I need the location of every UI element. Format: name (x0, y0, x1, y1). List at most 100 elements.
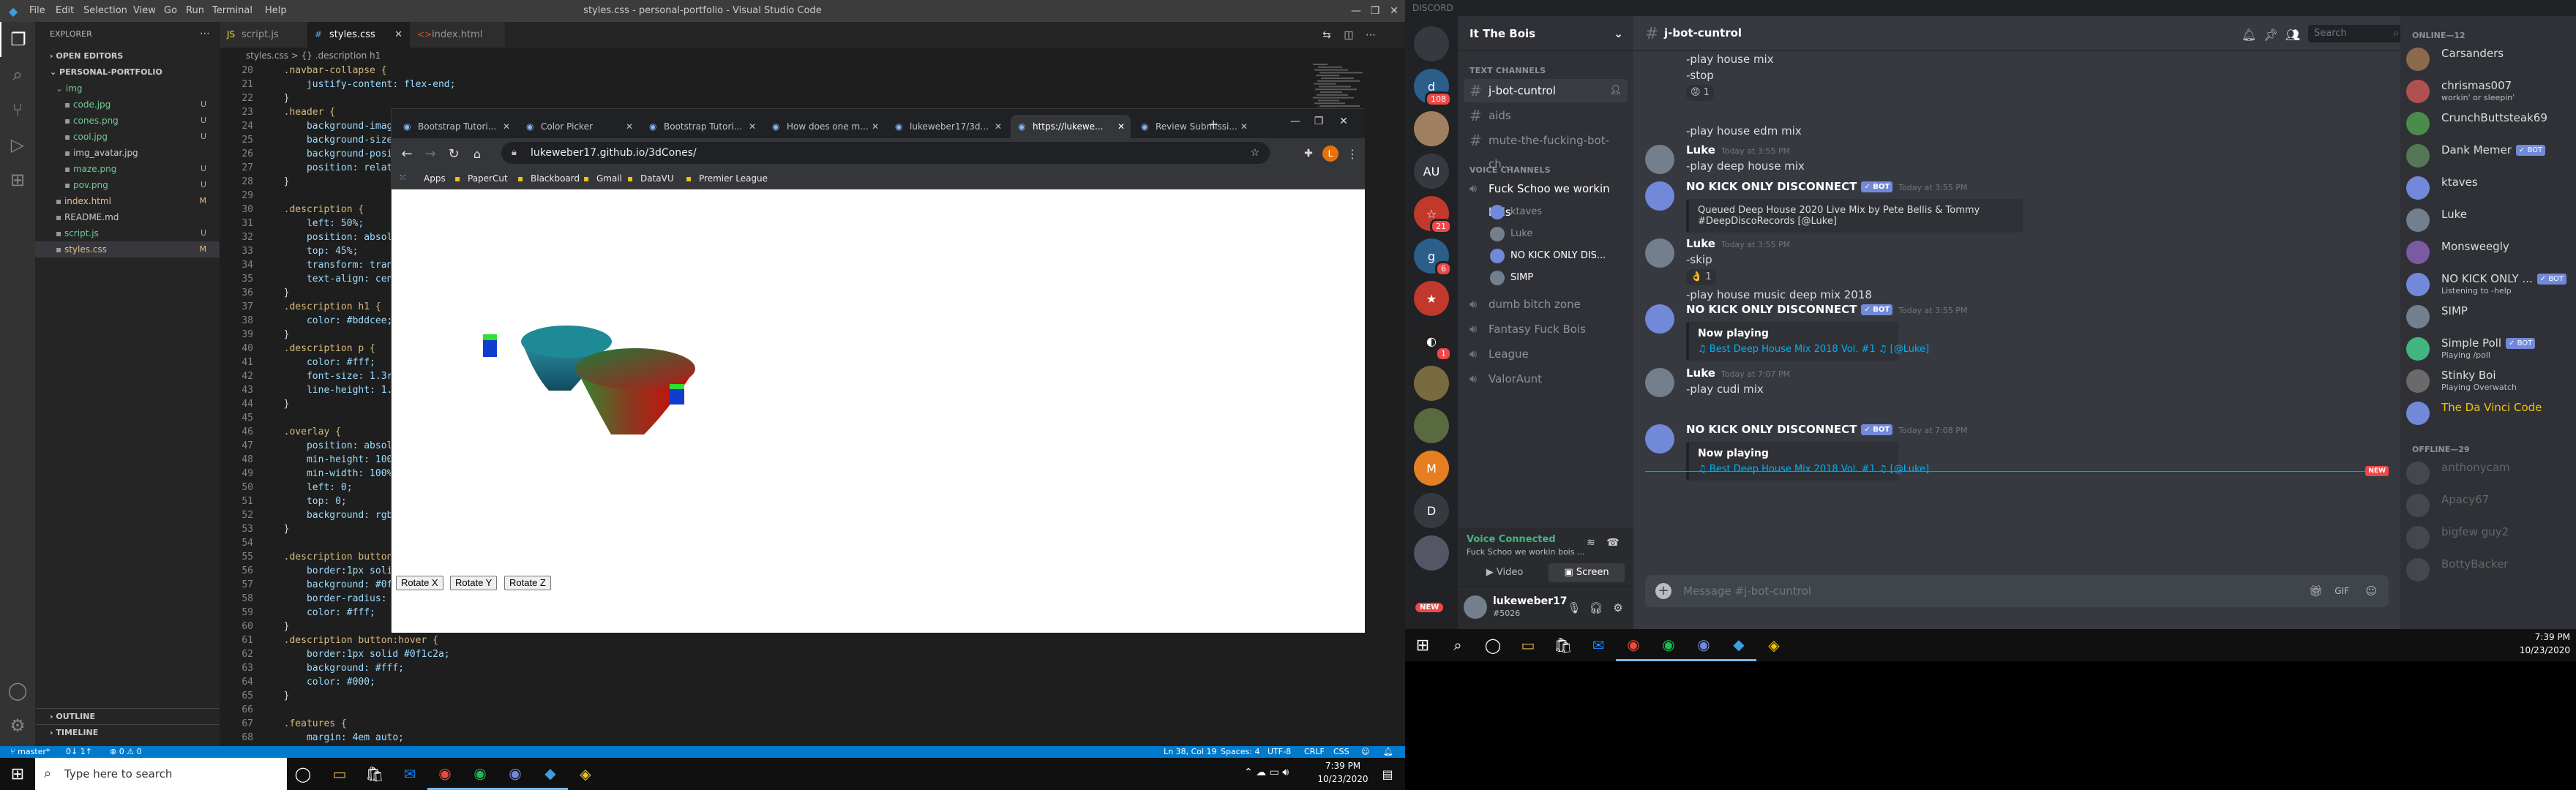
avatar[interactable] (1464, 595, 1487, 619)
screen-button[interactable]: ▣ Screen (1549, 563, 1625, 582)
member-item[interactable]: Stinky Boi Playing Overwatch (2406, 366, 2570, 396)
disconnect-icon[interactable]: ☎ (1604, 534, 1622, 552)
code-line[interactable]: 62 border:1px solid #0f1c2a; (220, 647, 449, 661)
bookmark-item[interactable]: Apps (409, 168, 446, 189)
windows-start-icon[interactable]: ⊞ (0, 758, 35, 790)
forward-icon[interactable]: → (421, 144, 440, 163)
code-line[interactable]: 33 top: 45%; (220, 244, 358, 258)
chrome-icon[interactable]: ◉ (1616, 629, 1651, 661)
voice-status[interactable]: Voice Connected (1467, 534, 1556, 545)
server-icon[interactable] (1414, 366, 1449, 401)
avatar[interactable] (1645, 181, 1674, 211)
browser-tab[interactable]: ◉ Review Submissi... ✕ (1134, 115, 1254, 138)
chrome-icon[interactable]: ◉ (427, 758, 463, 790)
avatar[interactable] (1645, 424, 1674, 454)
vscode-icon[interactable]: ◆ (533, 758, 568, 790)
author-name[interactable]: Luke (1686, 143, 1715, 157)
search-icon[interactable]: ⌕ (1440, 629, 1475, 661)
code-line[interactable]: 47 position: absolute; (220, 439, 415, 453)
add-member-icon[interactable]: 👤︎ (1609, 79, 1622, 102)
attach-plus-icon[interactable]: + (1655, 583, 1671, 599)
minimize-icon[interactable]: — (1347, 0, 1366, 22)
windows-start-icon[interactable]: ⊞ (1405, 629, 1440, 661)
author-name[interactable]: NO KICK ONLY DISCONNECT (1686, 423, 1857, 436)
code-line[interactable]: 50 left: 0; (220, 481, 352, 494)
server-icon[interactable]: g6 (1414, 238, 1452, 276)
code-line[interactable]: 64 color: #000; (220, 675, 375, 689)
voice-channel-dumb[interactable]: 🔊︎ dumb bitch zone (1464, 293, 1628, 316)
code-line[interactable]: 20 .navbar-collapse { (220, 64, 386, 78)
close-tab-icon[interactable]: ✕ (394, 22, 402, 48)
file-tree-item[interactable]: ⌄ img (35, 80, 220, 97)
close-tab-icon[interactable]: ✕ (872, 115, 879, 138)
author-name[interactable]: Luke (1686, 366, 1715, 380)
member-item[interactable]: SIMP (2406, 301, 2570, 332)
message-input[interactable]: + Message #j-bot-cuntrol 🎁︎ GIF ☺ (1645, 575, 2389, 607)
member-item[interactable]: NO KICK ONLY ... ✓ BOT Listening to -help (2406, 269, 2570, 300)
eol-status[interactable]: CRLF (1304, 746, 1325, 758)
clock-date[interactable]: 10/23/2020 (2517, 645, 2570, 655)
voice-channel-league[interactable]: 🔊︎ League (1464, 342, 1628, 366)
account-icon[interactable]: ◯ (0, 673, 35, 708)
code-line[interactable]: 38 color: #bddcee; (220, 314, 392, 328)
bookmark-star-icon[interactable]: ☆ (1250, 142, 1259, 164)
breadcrumb[interactable]: styles.css > {} .description h1 (220, 48, 1405, 64)
voice-channel-valoraunt[interactable]: 🔊︎ ValorAunt (1464, 367, 1628, 391)
server-icon[interactable]: ★ (1414, 281, 1449, 316)
bookmark-item[interactable]: ▪ Blackboard (516, 168, 580, 189)
rotate-z-button[interactable]: Rotate Z (504, 576, 551, 590)
server-icon[interactable]: ☆ 21 (1414, 196, 1452, 234)
member-item[interactable]: Luke (2406, 205, 2570, 236)
store-icon[interactable]: 🛍︎ (1546, 629, 1581, 661)
bookmark-item[interactable]: ▪ DataVU (626, 168, 674, 189)
notifications-icon[interactable]: ▤ (1370, 758, 1405, 790)
clock-time[interactable]: 7:39 PM (1317, 761, 1368, 771)
app-icon[interactable]: ◈ (1756, 629, 1791, 661)
reaction[interactable]: 👌 1 (1686, 269, 1716, 285)
close-icon[interactable]: ✕ (1385, 0, 1404, 22)
outline-section[interactable]: › OUTLINE (35, 708, 220, 724)
code-line[interactable]: 48 min-height: 100%; (220, 453, 404, 467)
noise-icon[interactable]: ≋ (1582, 534, 1600, 552)
embed-link[interactable]: ♫ Best Deep House Mix 2018 Vol. #1 ♫ [@L… (1698, 344, 1929, 355)
member-item-offline[interactable]: Apacy67 (2406, 490, 2570, 521)
code-line[interactable]: 46 .overlay { (220, 425, 341, 439)
channel-aids[interactable]: # aids (1464, 104, 1628, 127)
server-icon[interactable] (1414, 408, 1449, 443)
code-line[interactable]: 21 justify-content: flex-end; (220, 78, 455, 91)
search-icon[interactable]: ⌕ (0, 57, 35, 92)
code-line[interactable]: 45 (220, 411, 272, 425)
voice-user[interactable]: Luke (1490, 224, 1532, 244)
browser-tab[interactable]: ◉ https://lukewe... ✕ (1011, 115, 1131, 138)
file-explorer-icon[interactable]: ▭ (322, 758, 357, 790)
code-line[interactable]: 39 } (220, 328, 289, 342)
rotate-y-button[interactable]: Rotate Y (450, 576, 498, 590)
code-line[interactable]: 37 .description h1 { (220, 300, 381, 314)
bell-icon[interactable]: 🔔︎ (2239, 25, 2258, 44)
close-tab-icon[interactable]: ✕ (1240, 115, 1248, 138)
member-item-offline[interactable]: anthonycam (2406, 458, 2570, 489)
code-line[interactable]: 53 } (220, 522, 289, 536)
code-line[interactable]: 63 background: #fff; (220, 661, 404, 675)
code-line[interactable]: 29 (220, 189, 272, 203)
cortana-icon[interactable]: ◯ (1475, 629, 1510, 661)
code-line[interactable]: 58 border-radius: 0; (220, 592, 404, 606)
maximize-icon[interactable]: ❐ (1366, 0, 1385, 22)
search-input[interactable]: Search ⌕ (2308, 25, 2403, 42)
code-line[interactable]: 30 .description { (220, 203, 364, 217)
server-header[interactable]: It The Bois ⌄ (1458, 16, 1633, 51)
member-item-offline[interactable]: bigfew guy2 (2406, 522, 2570, 553)
code-line[interactable]: 44 } (220, 397, 289, 411)
source-control-icon[interactable]: ⑂ (0, 92, 35, 127)
tray-icons[interactable]: ⌃ ☁ ▭ 🔊︎ (1244, 767, 1289, 778)
gear-icon[interactable]: ⚙ (1609, 598, 1628, 617)
avatar[interactable] (1645, 238, 1674, 268)
close-icon[interactable]: ✕ (1333, 112, 1355, 131)
emoji-icon[interactable]: ☺ (2365, 575, 2377, 607)
reload-icon[interactable]: ↻ (444, 144, 463, 163)
server-icon[interactable] (1414, 26, 1449, 61)
vscode-icon[interactable]: ◆ (1721, 629, 1756, 661)
code-line[interactable]: 27 position: relative; (220, 161, 415, 175)
voice-channel-fantasy[interactable]: 🔊︎ Fantasy Fuck Bois (1464, 317, 1628, 341)
server-icon[interactable]: d 108 (1414, 69, 1452, 107)
